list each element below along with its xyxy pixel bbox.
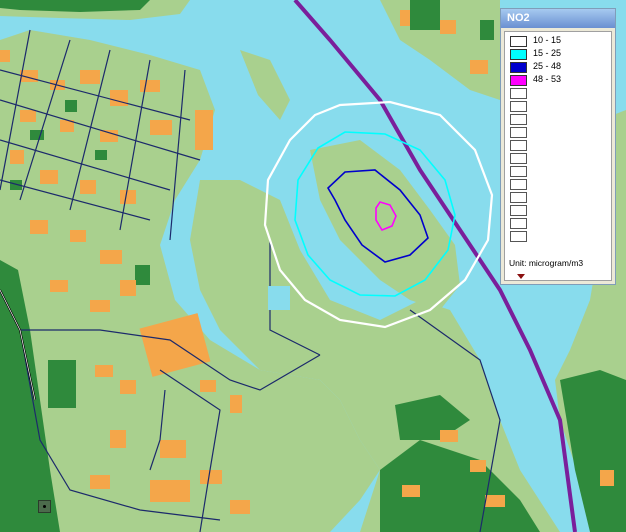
legend-empty-swatch — [510, 101, 527, 112]
legend-empty-swatch — [510, 192, 527, 203]
legend-empty-swatch — [510, 127, 527, 138]
legend-swatch-25-48 — [510, 62, 527, 73]
legend-body: 10 - 15 15 - 25 25 - 48 48 - 53 Unit: mi… — [504, 31, 612, 281]
legend-empty-swatch — [510, 166, 527, 177]
legend-empty-swatch — [510, 153, 527, 164]
legend-range-label: 25 - 48 — [533, 61, 562, 71]
legend-range-label: 48 - 53 — [533, 74, 562, 84]
legend-range-label: 10 - 15 — [533, 35, 562, 45]
legend-range-label: 15 - 25 — [533, 48, 562, 58]
legend-title: NO2 — [501, 9, 615, 28]
legend-swatch-15-25 — [510, 49, 527, 60]
legend-empty-swatch — [510, 205, 527, 216]
legend-unit-label: Unit: microgram/m3 — [509, 258, 584, 268]
legend-empty-swatch — [510, 231, 527, 242]
legend-expand-arrow-icon[interactable] — [517, 274, 525, 279]
legend-swatch-10-15 — [510, 36, 527, 47]
forest-patch — [48, 360, 76, 408]
legend-panel[interactable]: NO2 10 - 15 15 - 25 25 - 48 48 - 53 Unit… — [500, 8, 616, 285]
map-marker-icon[interactable] — [38, 500, 51, 513]
legend-swatch-48-53 — [510, 75, 527, 86]
pond — [268, 286, 290, 310]
legend-empty-swatch — [510, 218, 527, 229]
forest-patch — [135, 265, 150, 285]
legend-empty-swatch — [510, 140, 527, 151]
legend-empty-swatch — [510, 88, 527, 99]
legend-empty-swatch — [510, 179, 527, 190]
legend-empty-swatch — [510, 114, 527, 125]
